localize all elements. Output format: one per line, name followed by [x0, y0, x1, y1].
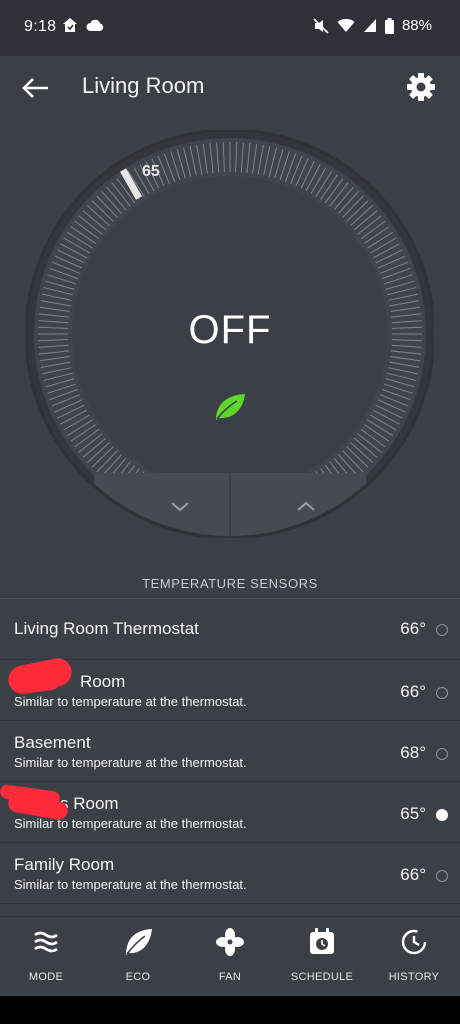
sensor-list: Living Room Thermostat 66° Room Similar … — [0, 598, 460, 904]
back-button[interactable] — [20, 74, 52, 102]
sensor-temp: 66° — [400, 682, 426, 701]
decrease-temp-button[interactable] — [132, 473, 228, 529]
sensor-radio-selected[interactable] — [436, 809, 448, 821]
nav-label: ECO — [125, 971, 151, 983]
sensor-name: Basement — [14, 733, 91, 752]
mode-icon — [34, 931, 58, 953]
sensor-row[interactable]: Basement Similar to temperature at the t… — [0, 721, 460, 782]
arrow-left-icon — [22, 78, 48, 98]
chevron-down-icon — [171, 502, 189, 512]
nav-mode[interactable]: MODE — [6, 927, 86, 983]
sensor-name: Family Room — [14, 855, 115, 874]
status-time: 9:18 — [24, 18, 57, 35]
sensor-name: Room — [80, 672, 126, 691]
leaf-icon — [126, 929, 152, 955]
nav-fan[interactable]: FAN — [190, 927, 270, 983]
sensor-temp: 68° — [400, 743, 426, 762]
sensor-name: Living Room Thermostat — [14, 619, 199, 638]
nav-history[interactable]: HISTORY — [374, 927, 454, 983]
sensor-note: Similar to temperature at the thermostat… — [14, 877, 247, 892]
settings-button[interactable] — [406, 72, 436, 102]
sensor-temp: 65° — [400, 804, 426, 823]
sensor-row[interactable]: Living Room Thermostat 66° — [0, 599, 460, 660]
sensor-temp: 66° — [400, 619, 426, 638]
sensor-row[interactable]: s Room Similar to temperature at the the… — [0, 782, 460, 843]
wifi-icon — [337, 18, 355, 32]
sensor-row[interactable]: Family Room Similar to temperature at th… — [0, 843, 460, 904]
fan-icon — [216, 928, 244, 956]
nav-label: MODE — [28, 971, 64, 983]
mute-icon — [313, 17, 329, 34]
status-bar: 9:18 88% — [0, 0, 460, 56]
nav-label: SCHEDULE — [290, 971, 354, 983]
sensor-note: Similar to temperature at the thermostat… — [14, 816, 247, 831]
leaf-icon — [216, 394, 245, 420]
sensor-radio[interactable] — [436, 687, 448, 699]
sensor-radio[interactable] — [436, 624, 448, 636]
increase-temp-button[interactable] — [232, 473, 328, 529]
battery-icon — [384, 17, 394, 34]
cloud-icon — [86, 19, 104, 31]
section-header: TEMPERATURE SENSORS — [142, 576, 318, 591]
system-nav-bar — [0, 996, 460, 1024]
history-icon — [401, 929, 427, 955]
nav-label: FAN — [218, 971, 242, 983]
page-title: Living Room — [82, 73, 205, 98]
battery-percent: 88% — [401, 17, 432, 34]
sensor-note: Similar to temperature at the thermostat… — [14, 694, 247, 709]
nav-label: HISTORY — [388, 971, 440, 983]
thermostat-dial[interactable]: 65 OFF — [26, 130, 434, 538]
nav-schedule[interactable]: SCHEDULE — [282, 927, 362, 983]
calendar-icon — [310, 928, 334, 954]
sensor-radio[interactable] — [436, 748, 448, 760]
sensor-temp: 66° — [400, 865, 426, 884]
bottom-nav: MODE ECO FAN SCHEDULE HISTORY — [0, 916, 460, 997]
app-bar: Living Room — [0, 56, 460, 120]
sensor-radio[interactable] — [436, 870, 448, 882]
gear-icon — [407, 73, 435, 101]
sensor-note: Similar to temperature at the thermostat… — [14, 755, 247, 770]
nav-eco[interactable]: ECO — [98, 927, 178, 983]
chevron-up-icon — [297, 501, 315, 511]
signal-icon — [363, 19, 376, 32]
sensor-name: s Room — [60, 794, 119, 813]
setpoint-label: 65 — [142, 163, 160, 180]
home-icon — [63, 18, 77, 32]
mode-status: OFF — [188, 308, 272, 352]
